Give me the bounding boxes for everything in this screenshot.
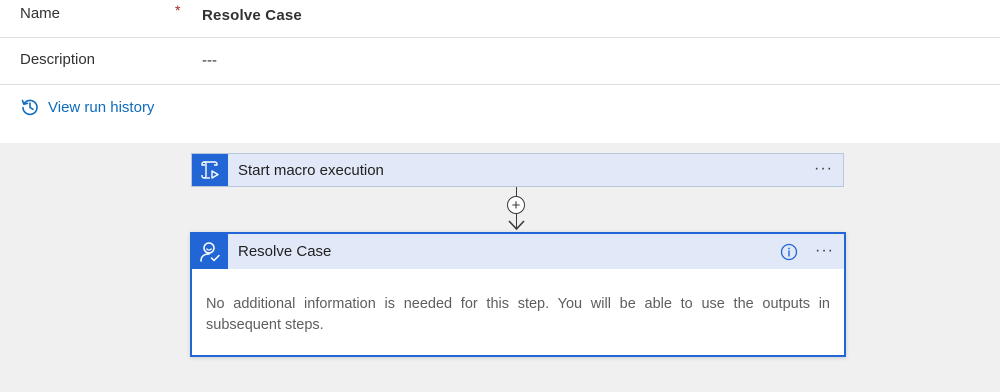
- info-icon[interactable]: [780, 243, 798, 261]
- connector-arrow-icon: [508, 220, 525, 230]
- properties-panel: Name * Resolve Case Description --- View…: [0, 0, 1000, 143]
- description-field[interactable]: ---: [202, 52, 217, 69]
- action-title: Resolve Case: [238, 243, 332, 260]
- description-row: Description ---: [0, 38, 1000, 85]
- action-card-header: Resolve Case ···: [192, 234, 844, 269]
- action-description: No additional information is needed for …: [206, 296, 830, 333]
- history-icon: [21, 99, 38, 116]
- action-more-button[interactable]: ···: [815, 242, 834, 260]
- name-label: Name: [20, 5, 61, 22]
- view-run-history-label: View run history: [48, 98, 155, 116]
- add-step-button[interactable]: +: [507, 196, 525, 214]
- view-run-history-link[interactable]: View run history: [20, 97, 154, 117]
- description-label: Description: [20, 51, 96, 68]
- person-check-icon: [192, 234, 228, 269]
- trigger-card[interactable]: Start macro execution ···: [191, 153, 844, 187]
- name-field[interactable]: Resolve Case: [202, 7, 302, 24]
- name-row: Name * Resolve Case: [0, 0, 1000, 38]
- action-card[interactable]: Resolve Case ··· No additional informati…: [190, 232, 846, 357]
- trigger-title: Start macro execution: [238, 162, 384, 179]
- script-play-icon: [192, 154, 228, 186]
- trigger-more-button[interactable]: ···: [814, 160, 833, 178]
- required-marker: *: [175, 2, 181, 18]
